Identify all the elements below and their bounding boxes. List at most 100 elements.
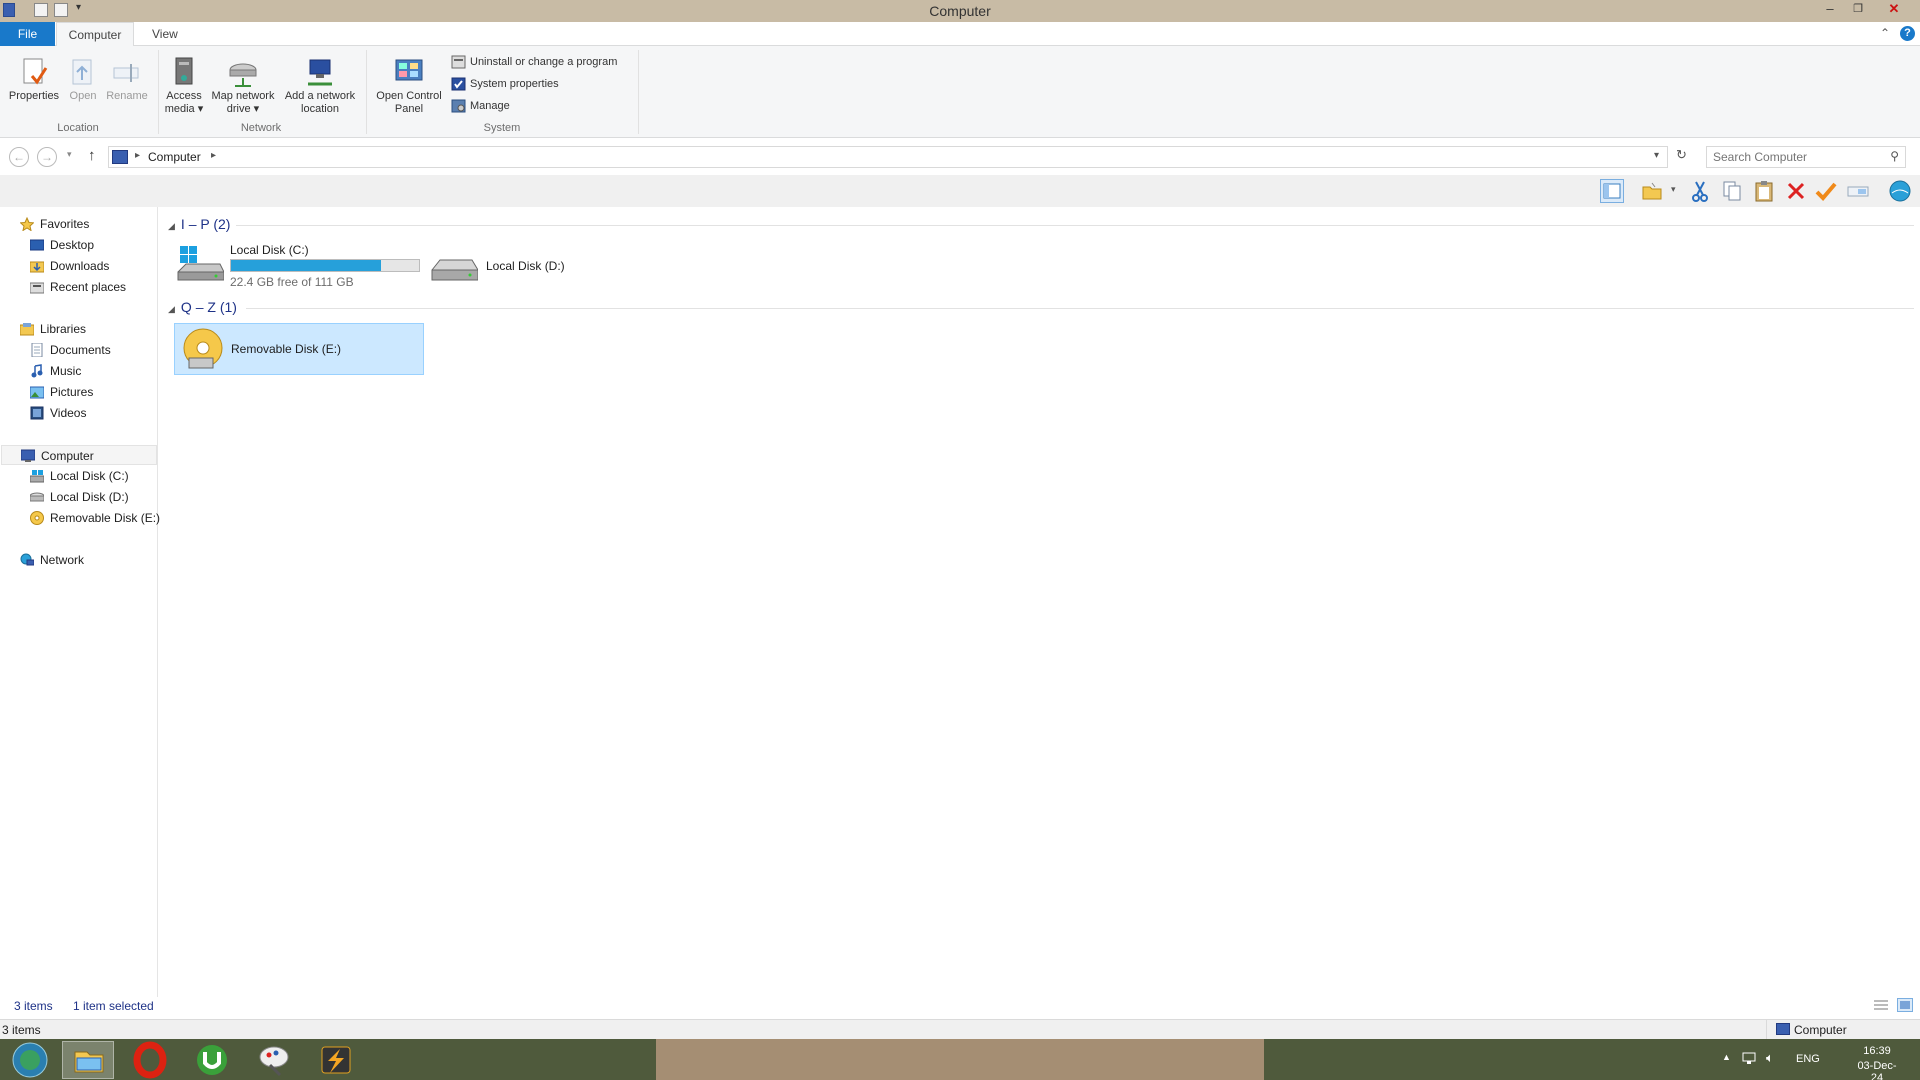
show-hidden-icons-button[interactable]: ▲ (1722, 1052, 1731, 1062)
language-indicator[interactable]: ENG (1796, 1053, 1820, 1065)
nav-item-desktop[interactable]: Desktop (29, 235, 156, 255)
close-button[interactable]: ✕ (1880, 0, 1908, 20)
layout-pane-icon[interactable] (1600, 179, 1624, 203)
nav-item-network[interactable]: Network (20, 550, 156, 570)
open-control-panel-button[interactable]: Open Control Panel (370, 52, 448, 116)
nav-label: Local Disk (D:) (50, 490, 129, 504)
folder-options-icon[interactable] (1640, 179, 1664, 203)
search-box[interactable]: ⚲ (1706, 146, 1906, 168)
checkmark-icon[interactable] (1814, 179, 1838, 203)
ribbon-separator (158, 50, 159, 134)
breadcrumb-chevron-icon[interactable]: ▸ (211, 150, 216, 161)
globe-icon[interactable] (1888, 179, 1912, 203)
minimize-ribbon-icon[interactable]: ⌃ (1880, 26, 1890, 40)
documents-icon (30, 342, 44, 358)
search-input[interactable] (1713, 148, 1883, 166)
nav-item-local-disk-c[interactable]: Local Disk (C:) (29, 466, 156, 486)
start-button[interactable] (4, 1041, 56, 1079)
search-icon[interactable]: ⚲ (1890, 149, 1899, 163)
nav-item-pictures[interactable]: Pictures (29, 382, 156, 402)
programs-icon (451, 55, 466, 69)
selection-count: 1 item selected (73, 999, 154, 1013)
minimize-button[interactable]: – (1816, 0, 1844, 20)
taskbar-file-explorer[interactable] (62, 1041, 114, 1079)
nav-item-computer[interactable]: Computer (1, 445, 157, 465)
nav-label: Computer (41, 449, 94, 463)
forward-button[interactable]: → (37, 147, 57, 167)
tab-file[interactable]: File (0, 22, 55, 46)
clock[interactable]: 16:39 03-Dec-24 (1852, 1045, 1902, 1080)
folder-options-dropdown-icon[interactable]: ▾ (1671, 184, 1676, 195)
videos-icon (30, 406, 44, 420)
large-icons-view-icon[interactable] (1897, 998, 1913, 1012)
group-header-i-p[interactable]: ◢ I – P (2) (168, 216, 230, 232)
up-button[interactable]: ↑ (88, 147, 96, 164)
details-item-count: 3 items (2, 1023, 41, 1037)
details-divider (1766, 1020, 1767, 1040)
drive-item-e[interactable]: Removable Disk (E:) (174, 323, 424, 375)
access-media-button[interactable]: Access media ▾ (162, 52, 206, 116)
back-button[interactable]: ← (9, 147, 29, 167)
map-drive-label: Map network (211, 90, 275, 102)
nav-item-local-disk-d[interactable]: Local Disk (D:) (29, 487, 156, 507)
properties-button[interactable]: Properties (6, 52, 62, 103)
computer-icon (20, 449, 36, 463)
nav-item-favorites[interactable]: Favorites (19, 214, 156, 234)
star-icon (19, 216, 35, 232)
nav-item-music[interactable]: Music (30, 361, 156, 381)
map-network-drive-button[interactable]: Map network drive ▾ (206, 52, 280, 116)
manage-button[interactable]: Manage (451, 97, 510, 115)
nav-item-libraries[interactable]: Libraries (19, 319, 156, 339)
clock-time: 16:39 (1863, 1045, 1891, 1057)
tab-computer[interactable]: Computer (56, 22, 134, 46)
address-dropdown-icon[interactable]: ▾ (1654, 150, 1659, 161)
restore-button[interactable]: ❐ (1844, 0, 1872, 20)
manage-icon (451, 99, 466, 113)
details-view-icon[interactable] (1874, 999, 1888, 1011)
taskbar-utorrent-icon[interactable] (186, 1041, 238, 1079)
system-properties-button[interactable]: System properties (451, 75, 559, 93)
status-bar: 3 items 1 item selected (0, 996, 1920, 1016)
help-icon[interactable]: ? (1900, 26, 1915, 41)
breadcrumb-chevron-icon[interactable]: ▸ (135, 150, 140, 161)
uninstall-program-button[interactable]: Uninstall or change a program (451, 53, 617, 71)
nav-item-videos[interactable]: Videos (30, 403, 156, 423)
open-button[interactable]: Open (64, 52, 102, 103)
nav-item-recent-places[interactable]: Recent places (29, 277, 156, 297)
paste-icon[interactable] (1752, 179, 1776, 203)
computer-icon (1776, 1023, 1790, 1035)
recent-places-icon (29, 280, 45, 294)
drive-item-c[interactable]: Local Disk (C:) 22.4 GB free of 111 GB (176, 240, 426, 290)
delete-icon[interactable] (1784, 179, 1808, 203)
control-panel-label: Open Control (376, 90, 442, 102)
address-field[interactable]: ▸ Computer ▸ ▾ (108, 146, 1668, 168)
taskbar-opera-icon[interactable] (124, 1041, 176, 1079)
refresh-icon[interactable]: ↻ (1676, 147, 1687, 163)
group-header-q-z[interactable]: ◢ Q – Z (1) (168, 299, 237, 315)
group-header-label: I – P (2) (180, 216, 231, 232)
network-status-icon[interactable] (1742, 1051, 1756, 1065)
drive-item-d[interactable]: Local Disk (D:) (430, 252, 580, 288)
taskbar-paint-icon[interactable] (248, 1041, 300, 1079)
rename-button[interactable]: Rename (104, 52, 150, 103)
uninstall-label: Uninstall or change a program (470, 56, 618, 68)
add-network-location-button[interactable]: Add a network location (280, 52, 360, 116)
nav-item-documents[interactable]: Documents (30, 340, 156, 360)
nav-label: Favorites (40, 217, 90, 231)
add-location-label-2: location (301, 103, 339, 115)
nav-item-removable-disk-e[interactable]: Removable Disk (E:) (30, 508, 160, 528)
volume-icon[interactable]: 🔈︎ (1766, 1050, 1774, 1066)
cut-icon[interactable] (1688, 179, 1712, 203)
nav-item-downloads[interactable]: Downloads (29, 256, 156, 276)
control-panel-label-2: Panel (394, 103, 424, 115)
map-drive-label-2: drive (226, 103, 251, 115)
address-bar-row: ← → ▾ ↑ ▸ Computer ▸ ▾ ↻ ⚲ (0, 144, 1920, 170)
collapse-icon[interactable]: ◢ (168, 304, 175, 314)
copy-icon[interactable] (1720, 179, 1744, 203)
collapse-icon[interactable]: ◢ (168, 221, 175, 231)
recent-locations-icon[interactable]: ▾ (67, 149, 72, 160)
taskbar-winamp-icon[interactable] (310, 1041, 362, 1079)
rename-tool-icon[interactable] (1846, 179, 1870, 203)
breadcrumb-computer[interactable]: Computer (148, 150, 201, 164)
tab-view[interactable]: View (140, 22, 190, 46)
